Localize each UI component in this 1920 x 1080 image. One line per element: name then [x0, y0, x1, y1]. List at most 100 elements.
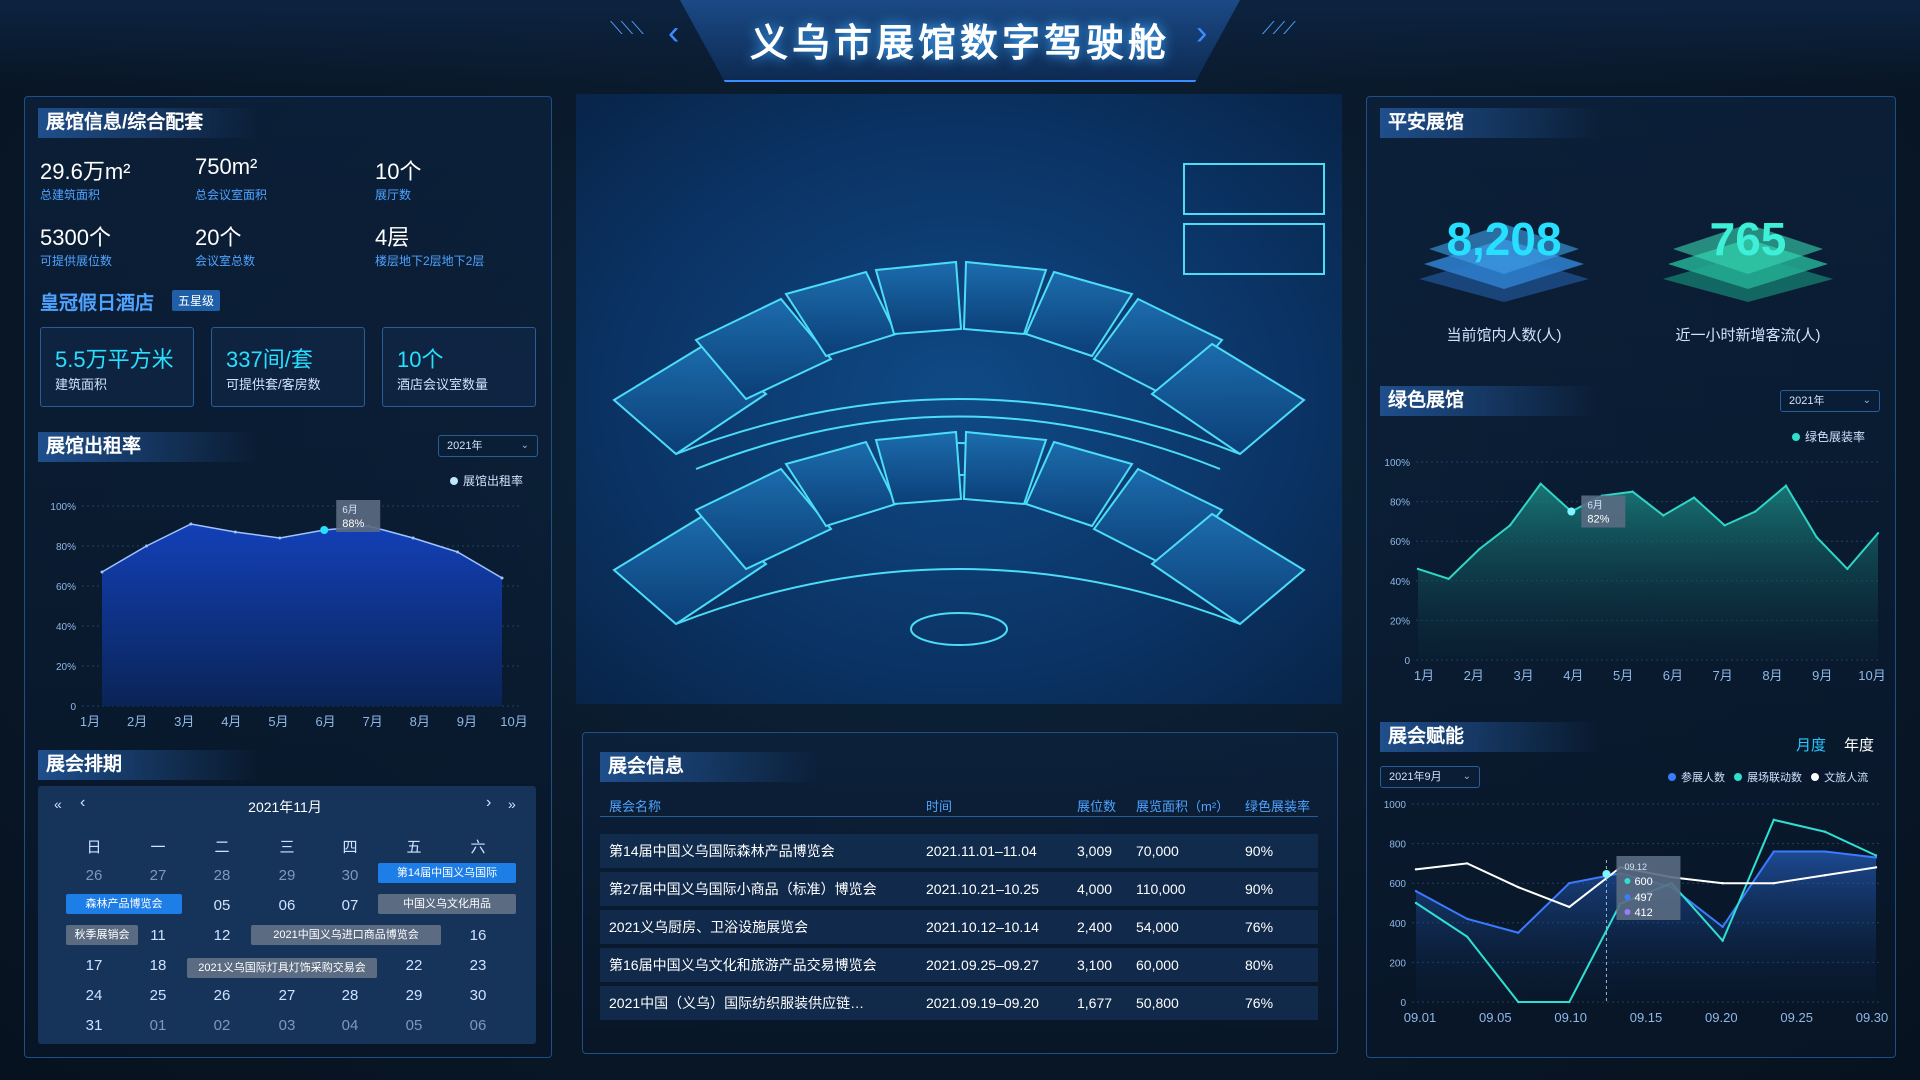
stat-label: 会议室总数 [195, 254, 256, 268]
calendar-day[interactable]: 12 [190, 927, 254, 944]
column-header[interactable]: 展位数 [1077, 796, 1116, 815]
y-tick-label: 600 [1389, 879, 1406, 890]
calendar-day[interactable]: 30 [318, 867, 382, 884]
calendar-day[interactable]: 26 [190, 987, 254, 1004]
x-tick-label: 6月 [1663, 668, 1683, 683]
calendar-day[interactable]: 01 [126, 1017, 190, 1034]
calendar-day[interactable]: 24 [62, 987, 126, 1004]
stat-value: 4层 [375, 225, 410, 250]
column-header[interactable]: 绿色展装率 [1245, 796, 1310, 815]
data-point [1876, 532, 1880, 535]
calendar-weekday: 四 [342, 839, 358, 856]
y-tick-label: 200 [1389, 958, 1406, 969]
empower-legend: 参展人数 展场联动数 文旅人流 [1668, 769, 1868, 785]
table-row[interactable]: 第27届中国义乌国际小商品（标准）博览会 2021.10.21–10.25 4,00… [600, 872, 1318, 906]
building-3d-view[interactable] [576, 94, 1342, 704]
calendar-prev-year-button[interactable]: « [54, 796, 62, 812]
calendar-event[interactable]: 森林产品博览会 [66, 894, 182, 914]
green-area [1418, 483, 1878, 660]
calendar-day[interactable]: 28 [190, 867, 254, 884]
table-cell: 4,000 [1077, 881, 1113, 897]
calendar-day[interactable]: 31 [62, 1017, 126, 1034]
x-tick-label: 2月 [1464, 668, 1484, 683]
tooltip-value: 600 [1634, 876, 1652, 888]
data-point [1721, 882, 1724, 885]
data-point [1874, 866, 1878, 869]
table-row[interactable]: 第14届中国义乌国际森林产品博览会 2021.11.01–11.04 3,009 70… [600, 834, 1318, 868]
hotel-card-value: 5.5万平方米 [55, 347, 174, 372]
calendar-day[interactable]: 07 [318, 897, 382, 914]
calendar-event[interactable]: 2021中国义乌进口商品博览会 [251, 925, 441, 945]
rental-area [102, 524, 502, 706]
calendar-prev-month-button[interactable]: ‹ [80, 794, 85, 812]
x-tick-label: 09.25 [1780, 1010, 1813, 1025]
calendar-day[interactable]: 06 [255, 897, 319, 914]
table-row[interactable]: 2021义乌厨房、卫浴设施展览会 2021.10.12–10.14 2,400 54,… [600, 910, 1318, 944]
data-point [1874, 854, 1878, 857]
calendar-next-year-button[interactable]: » [508, 796, 516, 812]
x-tick-label: 1月 [1414, 668, 1434, 683]
tab-monthly[interactable]: 月度 [1796, 734, 1826, 755]
calendar-day[interactable]: 23 [446, 957, 510, 974]
calendar-day[interactable]: 30 [446, 987, 510, 1004]
green-year-select[interactable]: 2021年 ⌄ [1780, 390, 1880, 412]
table-cell: 110,000 [1136, 881, 1186, 897]
x-tick-label: 9月 [457, 714, 477, 729]
empower-month-select[interactable]: 2021年9月 ⌄ [1380, 766, 1480, 788]
highlight-point [320, 526, 329, 534]
calendar-event[interactable]: 2021义乌国际灯具灯饰采购交易会 [187, 958, 377, 978]
column-header[interactable]: 展览面积（m²） [1136, 796, 1229, 815]
x-tick-label: 5月 [268, 714, 288, 729]
table-cell: 第27届中国义乌国际小商品（标准）博览会 [609, 881, 877, 897]
table-cell: 2,400 [1077, 919, 1113, 935]
calendar-day[interactable]: 16 [446, 927, 510, 944]
data-point [1754, 510, 1757, 513]
calendar-day[interactable]: 03 [255, 1017, 319, 1034]
hotel-card-value: 337间/套 [226, 347, 313, 372]
data-point [189, 522, 193, 526]
calendar-day[interactable]: 04 [318, 1017, 382, 1034]
calendar-day[interactable]: 29 [255, 867, 319, 884]
table-row[interactable]: 2021中国（义乌）国际纺织服装供应链… 2021.09.19–09.20 1,67… [600, 986, 1318, 1020]
legend-dot-icon [1734, 773, 1743, 781]
table-cell: 54,000 [1136, 919, 1179, 935]
table-cell: 1,677 [1077, 995, 1113, 1011]
new-visitors-label: 近一小时新增客流(人) [1675, 327, 1821, 344]
x-tick-label: 8月 [1762, 668, 1782, 683]
data-point [1508, 524, 1512, 527]
column-header[interactable]: 展会名称 [609, 796, 661, 815]
calendar-day[interactable]: 26 [62, 867, 126, 884]
calendar-day[interactable]: 25 [126, 987, 190, 1004]
calendar-day[interactable]: 27 [255, 987, 319, 1004]
calendar-next-month-button[interactable]: › [486, 794, 491, 812]
x-tick-label: 10月 [500, 714, 527, 729]
table-cell: 2021义乌厨房、卫浴设施展览会 [609, 919, 809, 935]
rental-title: 展馆出租率 [38, 432, 258, 462]
calendar-day[interactable]: 17 [62, 957, 126, 974]
calendar-day[interactable]: 29 [382, 987, 446, 1004]
calendar-day[interactable]: 28 [318, 987, 382, 1004]
column-header[interactable]: 时间 [926, 796, 952, 815]
x-tick-label: 09.20 [1705, 1010, 1738, 1025]
data-point [1772, 850, 1775, 853]
data-point [1414, 889, 1418, 893]
calendar-day[interactable]: 18 [126, 957, 190, 974]
current-visitors-label: 当前馆内人数(人) [1446, 327, 1562, 344]
calendar-day[interactable]: 27 [126, 867, 190, 884]
calendar-event[interactable]: 秋季展销会 [66, 925, 138, 945]
calendar-event[interactable]: 中国义乌文化用品 [378, 894, 516, 914]
rental-year-select[interactable]: 2021年 ⌄ [438, 435, 538, 457]
calendar-day[interactable]: 05 [382, 1017, 446, 1034]
table-row[interactable]: 第16届中国义乌文化和旅游产品交易博览会 2021.09.25–09.27 3,10… [600, 948, 1318, 982]
tab-yearly[interactable]: 年度 [1844, 734, 1874, 755]
calendar-day[interactable]: 22 [382, 957, 446, 974]
calendar-day[interactable]: 05 [190, 897, 254, 914]
stat-value: 20个 [195, 225, 242, 250]
calendar-event[interactable]: 第14届中国义乌国际 [378, 863, 516, 883]
data-point [500, 576, 504, 580]
tooltip-date: 09.12 [1624, 862, 1647, 872]
calendar-day[interactable]: 02 [190, 1017, 254, 1034]
stat-label: 总建筑面积 [40, 188, 101, 202]
table-cell: 2021.10.21–10.25 [926, 881, 1039, 897]
calendar-day[interactable]: 06 [446, 1017, 510, 1034]
